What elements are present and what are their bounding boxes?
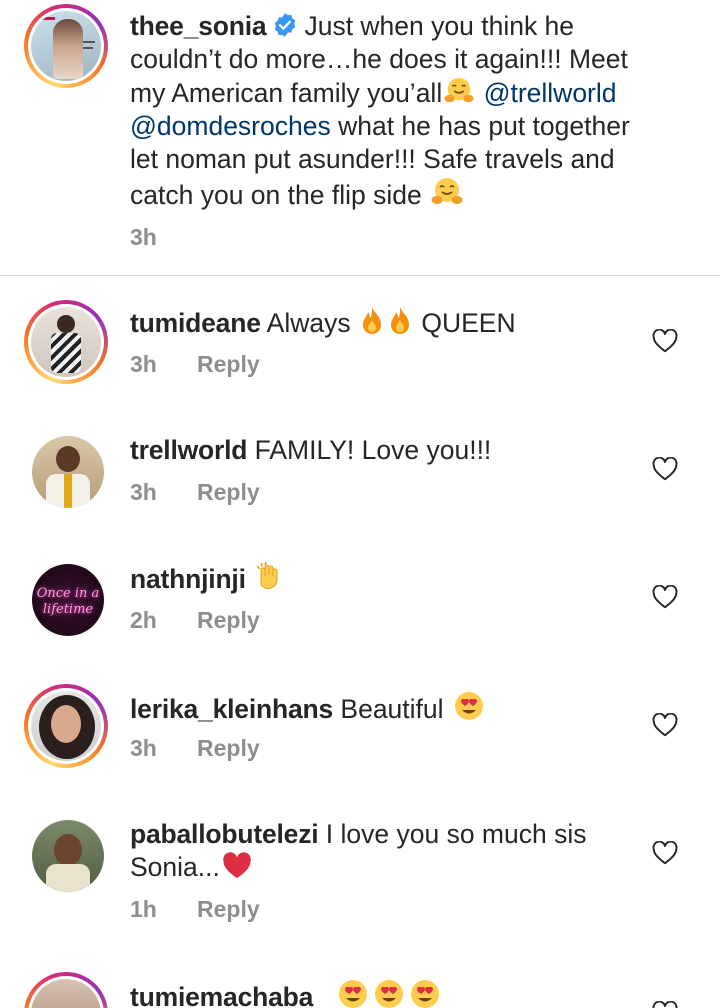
avatar-photo xyxy=(32,820,104,892)
comment-timestamp: 2h xyxy=(130,607,157,633)
caption-text: thee_sonia Just when you think he couldn’… xyxy=(130,10,630,212)
avatar-photo xyxy=(31,979,101,1008)
reply-button[interactable]: Reply xyxy=(197,351,260,377)
caption-divider xyxy=(0,275,720,276)
like-heart-icon[interactable] xyxy=(652,585,678,609)
comment-username[interactable]: paballobutelezi xyxy=(130,819,319,849)
comment-meta: 2h Reply xyxy=(130,607,260,634)
reply-button[interactable]: Reply xyxy=(197,479,260,505)
comment-meta: 1h Reply xyxy=(130,896,260,923)
commenter-avatar[interactable] xyxy=(32,820,104,892)
caption-meta: 3h xyxy=(130,224,197,251)
mention-trellworld[interactable]: @trellworld xyxy=(484,78,617,108)
magazine-cover-avatar xyxy=(31,11,101,81)
comment-tumideane: tumideane Always QUEEN 3h Reply xyxy=(0,298,720,408)
commenter-avatar[interactable] xyxy=(32,436,104,508)
comment-meta: 3h Reply xyxy=(130,351,260,378)
commenter-avatar[interactable] xyxy=(24,684,108,768)
clapping-hand-emoji-icon xyxy=(255,562,283,592)
comment-nathnjinji: Once in a lifetime nathnjinji 2h Reply xyxy=(0,554,720,664)
caption-timestamp: 3h xyxy=(130,224,157,250)
comment-username[interactable]: tumiemachaba_ xyxy=(130,982,328,1008)
avatar-photo xyxy=(31,691,101,761)
comment-text: lerika_kleinhans Beautiful xyxy=(130,690,630,726)
comment-username[interactable]: nathnjinji xyxy=(130,564,246,594)
caption-username[interactable]: thee_sonia xyxy=(130,11,267,41)
comment-timestamp: 1h xyxy=(130,896,157,922)
comment-trellworld: trellworld FAMILY! Love you!!! 3h Reply xyxy=(0,426,720,536)
red-heart-emoji-icon xyxy=(222,852,252,880)
commenter-avatar[interactable]: Once in a lifetime xyxy=(32,564,104,636)
reply-button[interactable]: Reply xyxy=(197,607,260,633)
comment-meta: 3h Reply xyxy=(130,735,260,762)
like-heart-icon[interactable] xyxy=(652,713,678,737)
comment-text: tumideane Always QUEEN xyxy=(130,306,630,340)
comment-tumiemachaba: tumiemachaba_ xyxy=(0,970,720,1008)
like-heart-icon[interactable] xyxy=(652,329,678,353)
verified-badge-icon xyxy=(275,13,296,37)
comment-timestamp: 3h xyxy=(130,735,157,761)
reply-button[interactable]: Reply xyxy=(197,735,260,761)
comment-body-tail: QUEEN xyxy=(421,308,516,338)
like-heart-icon[interactable] xyxy=(652,841,678,865)
neon-text-line-1: Once in a xyxy=(36,586,100,601)
heart-eyes-emoji-icon xyxy=(409,978,441,1008)
comment-username[interactable]: trellworld xyxy=(130,435,247,465)
post-caption: thee_sonia Just when you think he couldn’… xyxy=(0,0,720,276)
like-heart-icon[interactable] xyxy=(652,457,678,481)
comment-timestamp: 3h xyxy=(130,351,157,377)
heart-eyes-emoji-icon xyxy=(373,978,405,1008)
comment-paballobutelezi: paballobutelezi I love you so much sis S… xyxy=(0,810,720,950)
comment-text: nathnjinji xyxy=(130,562,630,596)
comment-lerika-kleinhans: lerika_kleinhans Beautiful 3h Reply xyxy=(0,682,720,792)
like-heart-icon[interactable] xyxy=(652,1001,678,1008)
fire-emoji-icon xyxy=(388,306,412,336)
comment-timestamp: 3h xyxy=(130,479,157,505)
hugging-face-emoji-icon xyxy=(431,176,463,208)
mention-domdesroches[interactable]: @domdesroches xyxy=(130,111,331,141)
hugging-face-emoji-icon xyxy=(444,76,474,106)
reply-button[interactable]: Reply xyxy=(197,896,260,922)
comment-body: Beautiful xyxy=(340,694,444,724)
comment-username[interactable]: tumideane xyxy=(130,308,261,338)
commenter-avatar[interactable] xyxy=(24,972,108,1008)
comment-body: FAMILY! Love you!!! xyxy=(254,435,492,465)
avatar-photo xyxy=(32,436,104,508)
neon-sign-avatar: Once in a lifetime xyxy=(32,564,104,636)
commenter-avatar[interactable] xyxy=(24,300,108,384)
fire-emoji-icon xyxy=(360,306,384,336)
comment-username[interactable]: lerika_kleinhans xyxy=(130,694,333,724)
comment-body: Always xyxy=(266,308,351,338)
heart-eyes-emoji-icon xyxy=(337,978,369,1008)
caption-avatar[interactable] xyxy=(24,4,108,88)
comment-text: trellworld FAMILY! Love you!!! xyxy=(130,434,630,467)
comment-meta: 3h Reply xyxy=(130,479,260,506)
avatar-photo xyxy=(31,307,101,377)
comment-text: tumiemachaba_ xyxy=(130,978,630,1008)
heart-eyes-emoji-icon xyxy=(453,690,485,722)
neon-text-line-2: lifetime xyxy=(42,602,94,617)
comment-text: paballobutelezi I love you so much sis S… xyxy=(130,818,630,884)
